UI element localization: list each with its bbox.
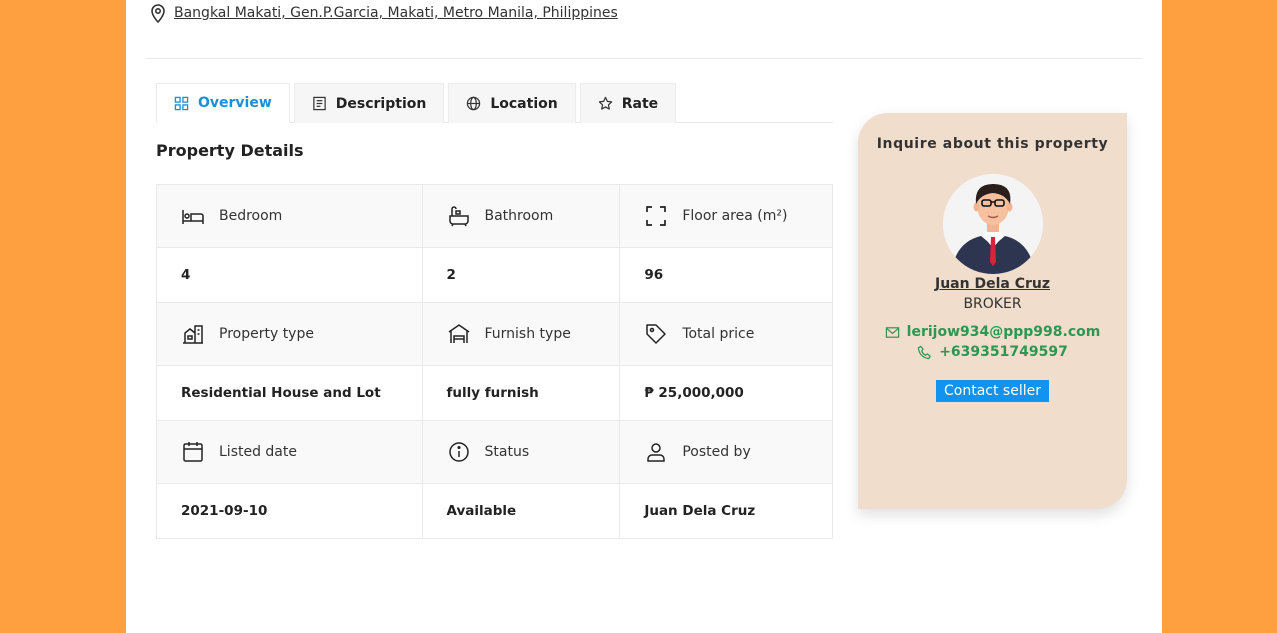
furnish-icon	[448, 324, 469, 343]
detail-label: Bedroom	[181, 204, 398, 228]
detail-value: 2021-09-10	[156, 483, 423, 539]
map-pin-icon	[151, 4, 165, 23]
detail-label: Total price	[644, 322, 808, 346]
avatar	[942, 174, 1043, 274]
detail-label: Floor area (m²)	[644, 204, 808, 228]
section-title: Property Details	[156, 141, 304, 160]
property-details-table: Bedroom Bathroom Floor area (m²) 4 2 96 …	[156, 184, 833, 539]
detail-value: 2	[421, 247, 621, 303]
info-icon	[448, 442, 469, 462]
detail-label: Status	[447, 440, 596, 464]
globe-icon	[467, 96, 481, 111]
tab-location[interactable]: Location	[448, 83, 576, 123]
agent-role: BROKER	[963, 296, 1022, 312]
tag-icon	[646, 324, 667, 344]
detail-value: Available	[421, 483, 621, 539]
tab-bar: Overview Description Location Rate	[156, 83, 833, 123]
tab-label: Description	[335, 95, 427, 112]
phone-icon	[917, 345, 931, 359]
detail-value: Juan Dela Cruz	[619, 483, 833, 539]
detail-label: Property type	[181, 322, 398, 346]
area-frame-icon	[646, 206, 667, 226]
tab-overview[interactable]: Overview	[156, 83, 290, 123]
address-link[interactable]: Bangkal Makati, Gen.P.Garcia, Makati, Me…	[174, 5, 618, 21]
tab-label: Rate	[621, 95, 659, 112]
inquiry-title: Inquire about this property	[876, 136, 1109, 152]
tab-label: Overview	[198, 95, 272, 111]
contact-seller-button[interactable]: Contact seller	[936, 380, 1049, 402]
divider	[146, 58, 1142, 59]
details-label-row: Listed date Status Posted by	[156, 420, 833, 484]
detail-value: fully furnish	[421, 365, 621, 421]
details-label-row: Bedroom Bathroom Floor area (m²)	[156, 184, 833, 248]
detail-cell: Property type	[156, 302, 423, 366]
agent-phone[interactable]: +639351749597	[858, 344, 1127, 360]
detail-cell: Total price	[619, 302, 833, 366]
calendar-icon	[183, 442, 203, 462]
details-label-row: Property type Furnish type Total price	[156, 302, 833, 366]
user-icon	[647, 443, 666, 462]
agent-avatar-icon	[942, 174, 1043, 274]
detail-cell: Bathroom	[421, 184, 621, 248]
detail-cell: Bedroom	[156, 184, 423, 248]
detail-label: Furnish type	[447, 322, 596, 346]
tab-description[interactable]: Description	[293, 83, 445, 123]
detail-cell: Floor area (m²)	[619, 184, 833, 248]
bed-icon	[182, 210, 204, 224]
tab-label: Location	[490, 95, 558, 112]
details-value-row: 2021-09-10 Available Juan Dela Cruz	[156, 483, 833, 539]
document-icon	[313, 96, 326, 111]
detail-value: 4	[156, 247, 423, 303]
property-address: Bangkal Makati, Gen.P.Garcia, Makati, Me…	[150, 3, 618, 23]
agent-email[interactable]: lerijow934@ppp998.com	[858, 324, 1127, 340]
mail-icon	[885, 326, 899, 338]
agent-name-link[interactable]: Juan Dela Cruz	[858, 276, 1127, 292]
building-icon	[183, 325, 203, 344]
details-value-row: 4 2 96	[156, 247, 833, 303]
agent-email-text: lerijow934@ppp998.com	[906, 324, 1101, 340]
detail-value: Residential House and Lot	[156, 365, 423, 421]
star-icon	[598, 96, 612, 110]
inquiry-card: Inquire about this property Juan Dela Cr…	[858, 113, 1127, 509]
agent-phone-text: +639351749597	[939, 344, 1068, 360]
detail-cell: Posted by	[619, 420, 833, 484]
detail-cell: Furnish type	[421, 302, 621, 366]
detail-cell: Status	[421, 420, 621, 484]
tab-rate[interactable]: Rate	[579, 83, 677, 123]
grid-icon	[174, 96, 189, 110]
detail-label: Posted by	[644, 440, 808, 464]
bathtub-icon	[448, 206, 469, 227]
detail-label: Bathroom	[447, 204, 596, 228]
detail-label: Listed date	[181, 440, 398, 464]
details-value-row: Residential House and Lot fully furnish …	[156, 365, 833, 421]
detail-cell: Listed date	[156, 420, 423, 484]
detail-value: ₱ 25,000,000	[619, 365, 833, 421]
detail-value: 96	[619, 247, 833, 303]
page-container: Bangkal Makati, Gen.P.Garcia, Makati, Me…	[126, 0, 1162, 633]
